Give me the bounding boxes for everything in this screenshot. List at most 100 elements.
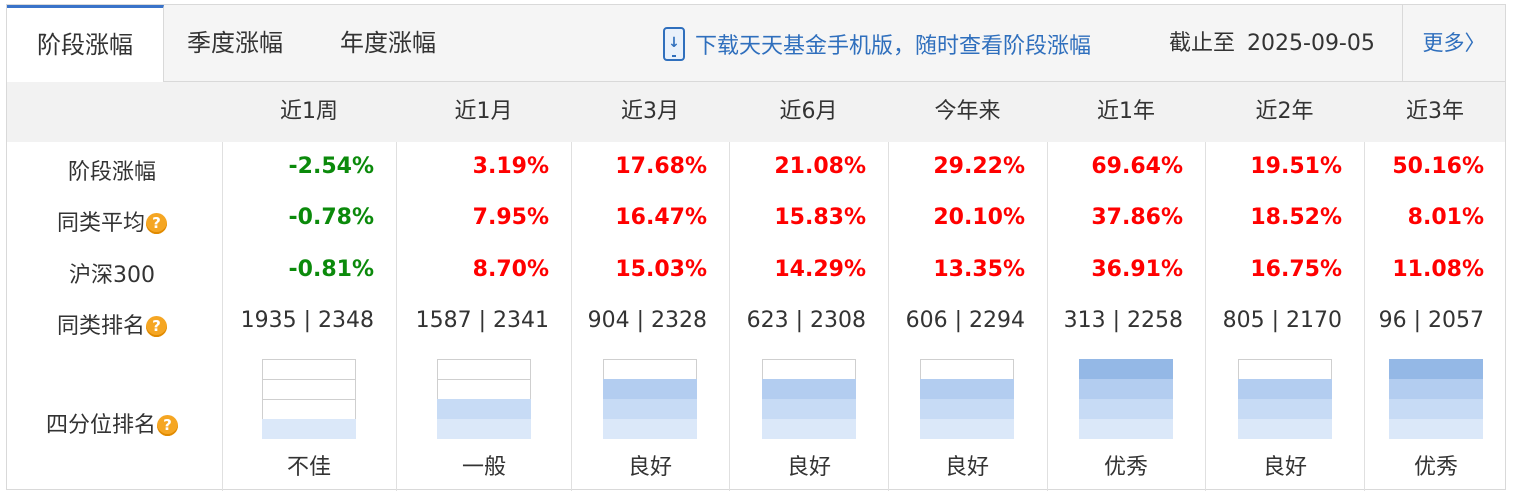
column-header: 近3年 — [1406, 99, 1464, 124]
row-label: 同类平均? — [7, 205, 217, 237]
deadline-label: 截止至 — [1169, 31, 1236, 56]
row-label-text: 同类平均 — [56, 211, 145, 236]
quartile-segment — [262, 399, 356, 419]
deadline: 截止至 2025-09-05 — [1169, 5, 1375, 82]
table-cell: 15.83% — [774, 205, 866, 230]
table-cell: -2.54% — [288, 154, 374, 179]
rank-cell: 1587 | 2341 — [415, 308, 549, 333]
quartile-segment — [1079, 419, 1173, 439]
column-header: 近1月 — [454, 99, 513, 124]
quartile-bar — [920, 359, 1014, 441]
quartile-segment — [1079, 359, 1173, 379]
quartile-segment — [1389, 399, 1483, 419]
quartile-segment — [762, 379, 856, 399]
quartile-segment — [1079, 379, 1173, 399]
column-header: 今年来 — [934, 99, 1001, 124]
tab-stage-returns[interactable]: 阶段涨幅 — [7, 5, 164, 83]
table-cell: 18.52% — [1250, 205, 1342, 230]
tab-quarterly-returns[interactable]: 季度涨幅 — [187, 5, 283, 82]
phone-download-icon: ↓ — [663, 26, 685, 61]
quartile-label: 不佳 — [286, 455, 331, 480]
quartile-bar — [1389, 359, 1483, 441]
table-cell: 37.86% — [1091, 205, 1183, 230]
quartile-segment — [603, 359, 697, 379]
help-icon[interactable]: ? — [157, 415, 178, 436]
table-cell: 13.35% — [933, 257, 1025, 282]
table-cell: 17.68% — [615, 154, 707, 179]
quartile-label: 一般 — [461, 455, 506, 480]
quartile-segment — [437, 419, 531, 439]
quartile-bar — [762, 359, 856, 441]
table-cell: 16.75% — [1250, 257, 1342, 282]
table-cell: 8.01% — [1407, 205, 1484, 230]
quartile-bar — [1238, 359, 1332, 441]
deadline-date: 2025-09-05 — [1247, 31, 1375, 56]
quartile-label: 良好 — [1262, 455, 1307, 480]
help-icon[interactable]: ? — [146, 316, 167, 337]
quartile-segment — [762, 419, 856, 439]
quartile-segment — [1389, 419, 1483, 439]
table-cell: 16.47% — [615, 205, 707, 230]
quartile-segment — [1238, 359, 1332, 379]
row-label: 同类排名? — [7, 308, 217, 340]
quartile-segment — [920, 399, 1014, 419]
rank-cell: 96 | 2057 — [1378, 308, 1484, 333]
row-label-text: 四分位排名 — [45, 413, 156, 438]
quartile-label: 良好 — [944, 455, 989, 480]
table-cell: 50.16% — [1392, 154, 1484, 179]
quartile-segment — [262, 379, 356, 399]
quartile-bar — [603, 359, 697, 441]
column-header: 近3月 — [621, 99, 679, 124]
table-cell: 7.95% — [472, 205, 549, 230]
row-label: 阶段涨幅 — [7, 154, 217, 186]
quartile-segment — [1238, 419, 1332, 439]
quartile-label: 优秀 — [1413, 455, 1458, 480]
more-button[interactable]: 更多〉 — [1402, 5, 1505, 81]
quartile-segment — [1238, 399, 1332, 419]
quartile-segment — [603, 419, 697, 439]
quartile-segment — [920, 379, 1014, 399]
quartile-segment — [1389, 359, 1483, 379]
quartile-bar — [262, 359, 356, 441]
quartile-segment — [603, 379, 697, 399]
quartile-label: 良好 — [786, 455, 831, 480]
table-cell: 21.08% — [774, 154, 866, 179]
rank-cell: 313 | 2258 — [1063, 308, 1183, 333]
row-label-text: 阶段涨幅 — [67, 160, 156, 185]
quartile-segment — [1389, 379, 1483, 399]
table-cell: 11.08% — [1392, 257, 1484, 282]
quartile-bar — [1079, 359, 1173, 441]
chevron-right-icon: 〉 — [1464, 31, 1486, 55]
rank-cell: 606 | 2294 — [905, 308, 1025, 333]
quartile-segment — [920, 359, 1014, 379]
column-header-row: 近1周 近1月 近3月 近6月 今年来 近1年 近2年 近3年 — [7, 82, 1505, 142]
column-header: 近1年 — [1097, 99, 1155, 124]
quartile-segment — [437, 399, 531, 419]
help-icon[interactable]: ? — [146, 213, 167, 234]
quartile-label: 良好 — [627, 455, 672, 480]
column-header: 近1周 — [280, 99, 338, 124]
column-header: 近6月 — [779, 99, 838, 124]
tab-annual-returns[interactable]: 年度涨幅 — [340, 5, 436, 82]
quartile-segment — [262, 419, 356, 439]
row-label-text: 沪深300 — [69, 263, 155, 288]
table-cell: 14.29% — [774, 257, 866, 282]
table-cell: -0.81% — [288, 257, 374, 282]
rank-cell: 1935 | 2348 — [240, 308, 374, 333]
row-label: 四分位排名? — [7, 407, 217, 439]
column-header: 近2年 — [1255, 99, 1314, 124]
more-label: 更多 — [1422, 31, 1465, 55]
quartile-label: 优秀 — [1103, 455, 1148, 480]
row-label: 沪深300 — [7, 257, 217, 289]
table-cell: 8.70% — [472, 257, 549, 282]
rank-cell: 805 | 2170 — [1222, 308, 1342, 333]
table-cell: -0.78% — [288, 205, 374, 230]
quartile-segment — [762, 359, 856, 379]
table-cell: 20.10% — [933, 205, 1025, 230]
quartile-segment — [1238, 379, 1332, 399]
quartile-segment — [920, 419, 1014, 439]
table-cell: 69.64% — [1091, 154, 1183, 179]
table-cell: 15.03% — [615, 257, 707, 282]
table-cell: 29.22% — [933, 154, 1025, 179]
download-app-link[interactable]: ↓ 下载天天基金手机版，随时查看阶段涨幅 — [663, 5, 1091, 82]
